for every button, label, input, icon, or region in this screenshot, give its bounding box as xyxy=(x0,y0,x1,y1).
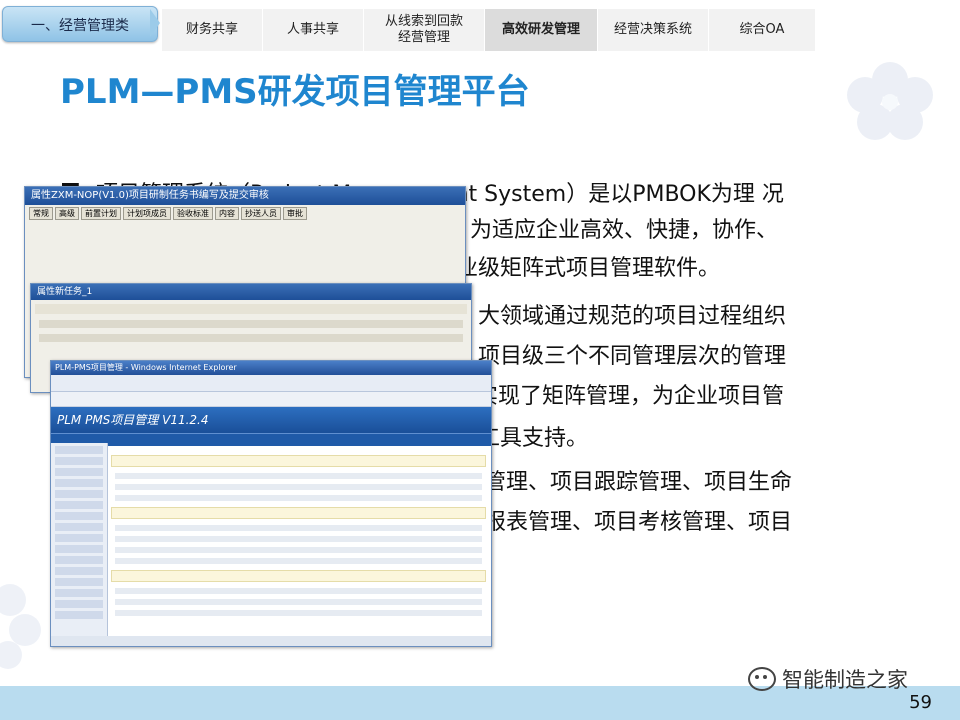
app-header: PLM PMS项目管理 V11.2.4 xyxy=(51,407,491,433)
watermark-text: 智能制造之家 xyxy=(782,668,908,692)
app-sidebar[interactable] xyxy=(51,443,108,646)
tab-finance[interactable]: 财务共享 xyxy=(162,9,263,51)
body-line: 业级矩阵式项目管理软件。 xyxy=(456,256,721,281)
form-row xyxy=(39,334,463,342)
address-bar[interactable] xyxy=(51,375,491,392)
nav-arrow-icon xyxy=(150,9,160,37)
page-number: 59 xyxy=(909,692,932,713)
tab-rd-management[interactable]: 高效研发管理 xyxy=(485,9,598,51)
page-title: PLM—PMS研发项目管理平台 xyxy=(60,72,530,112)
nav-section-label: 一、经营管理类 xyxy=(31,18,129,34)
window-tab[interactable]: 前置计划 xyxy=(81,207,121,220)
flower-decoration-icon xyxy=(847,62,933,140)
tab-decision-system[interactable]: 经营决策系统 xyxy=(598,9,709,51)
app-main-content xyxy=(111,449,486,639)
app-menu[interactable] xyxy=(51,433,491,446)
window-tab[interactable]: 内容 xyxy=(215,207,239,220)
body-line: 管理、项目跟踪管理、项目生命 xyxy=(484,470,793,495)
tab-oa[interactable]: 综合OA xyxy=(709,9,816,51)
body-line: 为适应企业高效、快捷，协作、 xyxy=(470,218,779,243)
ie-browser-window: PLM-PMS项目管理 - Windows Internet Explorer … xyxy=(50,360,492,647)
tab-label: 从线索到回款 经营管理 xyxy=(384,14,463,45)
window-tab[interactable]: 审批 xyxy=(283,207,307,220)
watermark: 智能制造之家 xyxy=(748,664,908,694)
tab-lead-to-cash[interactable]: 从线索到回款 经营管理 xyxy=(364,9,485,51)
window-title: 属性ZXM-NOP(V1.0)项目研制任务书编写及提交审核 xyxy=(25,187,465,205)
status-bar xyxy=(51,636,491,646)
window-tab[interactable]: 常规 xyxy=(29,207,53,220)
body-line: 实现了矩阵管理，为企业项目管 xyxy=(476,384,785,409)
tab-label: 经营决策系统 xyxy=(613,22,692,37)
body-line: 工具支持。 xyxy=(478,426,589,451)
tab-strip xyxy=(35,304,467,314)
tab-label: 高效研发管理 xyxy=(501,22,580,37)
favorites-bar xyxy=(51,392,491,407)
body-line: 项目级三个不同管理层次的管理 xyxy=(478,344,787,369)
window-tab[interactable]: 高级 xyxy=(55,207,79,220)
browser-title: PLM-PMS项目管理 - Windows Internet Explorer xyxy=(51,361,491,375)
tab-label: 综合OA xyxy=(739,22,785,37)
form-row xyxy=(39,320,463,328)
window-tab[interactable]: 计划项成员 xyxy=(123,207,171,220)
nav-section-pill[interactable]: 一、经营管理类 xyxy=(2,6,158,42)
tab-hr[interactable]: 人事共享 xyxy=(263,9,364,51)
tab-label: 财务共享 xyxy=(185,22,238,37)
window-tab[interactable]: 抄送人员 xyxy=(241,207,281,220)
body-line: 报表管理、项目考核管理、项目 xyxy=(484,510,793,535)
window-tabs: 常规 高级 前置计划 计划项成员 验收标准 内容 抄送人员 审批 xyxy=(25,205,465,222)
window-title: 属性新任务_1 xyxy=(31,284,471,300)
window-tab[interactable]: 验收标准 xyxy=(173,207,213,220)
tab-label: 人事共享 xyxy=(286,22,339,37)
wechat-icon xyxy=(748,667,776,691)
body-line: 大领域通过规范的项目过程组织 xyxy=(478,304,787,329)
